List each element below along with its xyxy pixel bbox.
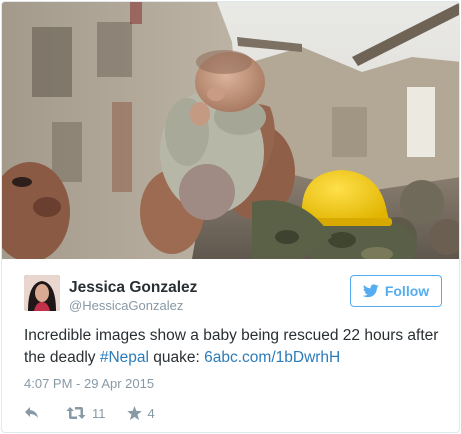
- avatar-image: [24, 275, 60, 311]
- star-icon: [126, 406, 142, 420]
- author-display-name[interactable]: Jessica Gonzalez: [69, 279, 197, 297]
- url-link[interactable]: 6abc.com/1bDwrhH: [204, 349, 340, 366]
- favorite-count: 4: [147, 405, 155, 421]
- twitter-bird-icon: [362, 284, 379, 298]
- avatar[interactable]: [24, 275, 60, 311]
- tweet-actions: 11 4: [24, 404, 155, 422]
- tweet-text: Incredible images show a baby being resc…: [24, 325, 444, 369]
- tweet-card: Jessica Gonzalez @HessicaGonzalez Follow…: [1, 1, 460, 433]
- rescue-photo-illustration: [2, 2, 459, 259]
- reply-arrow-icon: [25, 407, 38, 418]
- retweet-icon: [66, 407, 86, 419]
- reply-button[interactable]: [24, 406, 40, 420]
- author-handle[interactable]: @HessicaGonzalez: [69, 298, 183, 313]
- follow-button[interactable]: Follow: [350, 275, 442, 307]
- favorite-button[interactable]: 4: [126, 405, 155, 421]
- tweet-timestamp[interactable]: 4:07 PM - 29 Apr 2015: [24, 376, 154, 391]
- hashtag-link[interactable]: #Nepal: [100, 349, 149, 366]
- retweet-count: 11: [92, 405, 106, 421]
- retweet-button[interactable]: 11: [66, 406, 106, 421]
- follow-button-label: Follow: [384, 283, 430, 299]
- tweet-text-part: quake:: [148, 349, 205, 366]
- tweet-photo[interactable]: [2, 2, 459, 259]
